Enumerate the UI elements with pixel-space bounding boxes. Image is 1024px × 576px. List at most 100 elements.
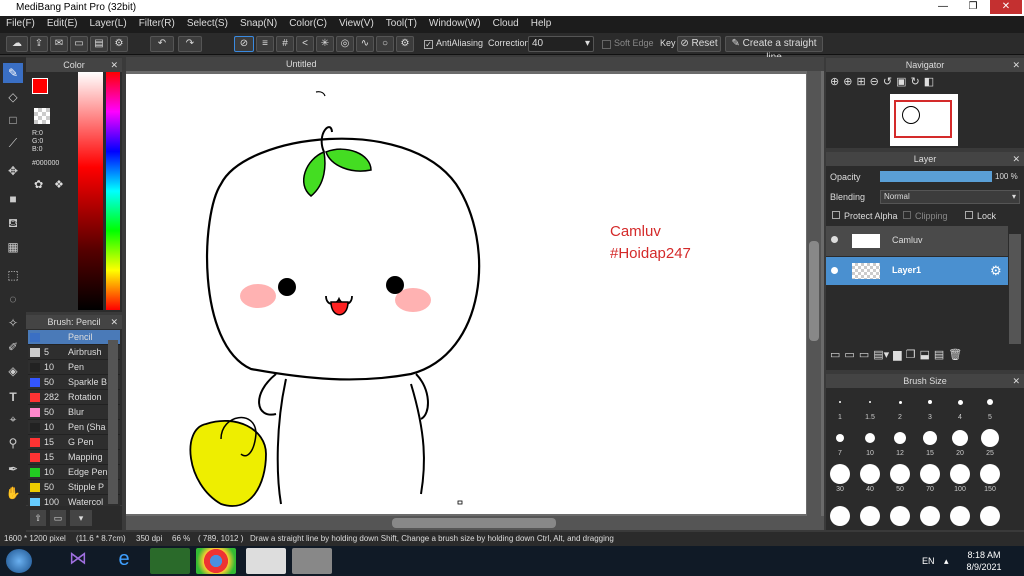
select-tool-icon[interactable]: ⬚ [3, 265, 23, 285]
menu-cloud[interactable]: Cloud [487, 16, 525, 33]
fill-rect-tool-icon[interactable]: ■ [3, 189, 23, 209]
soft-edge-checkbox[interactable] [602, 40, 611, 49]
comment-icon[interactable]: ✉ [50, 36, 68, 52]
brush-size-dot[interactable] [980, 506, 1000, 526]
menu-edit[interactable]: Edit(E) [41, 16, 84, 33]
menu-file[interactable]: File(F) [0, 16, 41, 33]
parallel-snap-icon[interactable]: ≡ [256, 36, 274, 52]
brush-size-dot[interactable] [923, 431, 937, 445]
correction-select[interactable]: 40 ▾ [528, 36, 594, 52]
brush-list-item[interactable]: 50 Stipple P [28, 480, 120, 495]
brush-size-dot[interactable] [950, 506, 970, 526]
select-lasso-icon[interactable]: ◌ [3, 289, 23, 309]
new-brush-icon[interactable]: ▭ [50, 510, 66, 526]
menu-color[interactable]: Color(C) [283, 16, 333, 33]
brush-list-item[interactable]: 10 Pen (Sha [28, 420, 120, 435]
hand-tool-icon[interactable]: ✋ [3, 483, 23, 503]
redo-icon[interactable]: ↷ [178, 36, 202, 52]
clock[interactable]: 8:18 AM 8/9/2021 [962, 549, 1006, 573]
eyedropper-icon[interactable]: ⚲ [3, 433, 23, 453]
circle-snap-icon[interactable]: ◎ [336, 36, 354, 52]
copy-layer-icon[interactable]: ▭ [859, 348, 869, 364]
internet-explorer-icon[interactable]: e [104, 548, 144, 574]
brush-size-dot[interactable] [920, 506, 940, 526]
close-icon[interactable]: ✕ [1012, 374, 1020, 388]
move-tool-icon[interactable]: ✥ [3, 161, 23, 181]
brush-size-dot[interactable] [928, 400, 932, 404]
layer-row-selected[interactable]: Layer1 ⚙ [826, 257, 1008, 285]
add-layer-menu-icon[interactable]: ▤▾ [873, 348, 889, 364]
close-icon[interactable]: ✕ [110, 315, 118, 329]
layer-row[interactable]: Camluv [826, 226, 1008, 256]
zoom-in-icon[interactable]: ⊕ [830, 75, 839, 93]
visual-studio-icon[interactable]: ⋈ [58, 548, 98, 574]
brush-size-dot[interactable] [890, 506, 910, 526]
new-layer-icon[interactable]: ▭ [830, 348, 840, 364]
straight-line-button[interactable]: ✎ Create a straight line [725, 36, 823, 63]
brush-size-dot[interactable] [860, 506, 880, 526]
brush-list-item[interactable]: Pencil [28, 330, 120, 345]
pen-tool-icon[interactable]: ✒ [3, 459, 23, 479]
close-icon[interactable]: ✕ [1012, 152, 1020, 166]
brush-size-dot[interactable] [950, 464, 970, 484]
menu-window[interactable]: Window(W) [423, 16, 487, 33]
brush-size-dot[interactable] [860, 464, 880, 484]
brush-tool-icon[interactable]: ✎ [3, 63, 23, 83]
new-layer-alt-icon[interactable]: ▭ [844, 348, 854, 364]
zoom-out-icon[interactable]: ⊖ [870, 75, 879, 93]
flip-icon[interactable]: ◧ [924, 75, 934, 93]
brush-size-dot[interactable] [830, 506, 850, 526]
chevron-up-icon[interactable]: ▴ [944, 556, 949, 567]
text-tool-icon[interactable]: T [3, 387, 23, 407]
antialiasing-checkbox[interactable]: ✓ [424, 40, 433, 49]
brush-size-dot[interactable] [830, 464, 850, 484]
vertical-scrollbar[interactable] [807, 71, 821, 516]
rotate-right-icon[interactable]: ↻ [911, 75, 920, 93]
navigator-thumbnail[interactable] [890, 94, 958, 146]
clipping-checkbox[interactable] [903, 211, 911, 219]
brush-size-dot[interactable] [987, 399, 993, 405]
reset-view-icon[interactable]: ▣ [896, 75, 906, 93]
chrome-icon[interactable] [196, 548, 236, 574]
select-pen-icon[interactable]: ✐ [3, 337, 23, 357]
brush-list-item[interactable]: 50 Blur [28, 405, 120, 420]
minimize-button[interactable]: — [930, 0, 956, 14]
opacity-slider[interactable] [880, 171, 992, 182]
color-saturation-bar[interactable] [78, 72, 103, 310]
brush-size-dot[interactable] [865, 433, 875, 443]
duplicate-icon[interactable]: ❐ [906, 348, 916, 364]
snap-off-icon[interactable]: ⊘ [234, 36, 254, 52]
horizontal-scroll-thumb[interactable] [392, 518, 556, 528]
canvas-tab[interactable]: Untitled [286, 59, 317, 69]
ellipse-snap-icon[interactable]: ○ [376, 36, 394, 52]
dot-tool-icon[interactable]: □ [3, 110, 23, 130]
visibility-icon[interactable] [831, 267, 838, 274]
more-icon[interactable]: ▤ [934, 348, 944, 364]
brush-size-dot[interactable] [980, 464, 1000, 484]
layer-scrollbar[interactable] [1009, 234, 1021, 344]
settings-icon[interactable]: ⚙ [110, 36, 128, 52]
brush-menu-icon[interactable]: ▾ [70, 510, 92, 526]
brush-size-dot[interactable] [957, 399, 963, 405]
language-indicator[interactable]: EN [922, 556, 935, 566]
medibang-icon[interactable] [246, 548, 286, 574]
brush-list-item[interactable]: 15 G Pen [28, 435, 120, 450]
foreground-color-swatch[interactable] [32, 78, 48, 94]
visibility-icon[interactable] [831, 236, 838, 243]
blending-select[interactable]: Normal ▾ [880, 190, 1020, 204]
close-icon[interactable]: ✕ [110, 58, 118, 72]
palette-icon[interactable]: ✿ [34, 178, 43, 191]
cloud-icon[interactable]: ☁ [6, 36, 28, 52]
maximize-button[interactable]: ❐ [960, 0, 986, 14]
brush-list-item[interactable]: 5 Airbrush [28, 345, 120, 360]
start-button[interactable] [6, 549, 32, 573]
reset-button[interactable]: ⊘ Reset [677, 36, 721, 52]
gear-icon[interactable]: ⚙ [990, 263, 1002, 279]
menu-select[interactable]: Select(S) [181, 16, 234, 33]
brush-size-dot[interactable] [836, 434, 844, 442]
drawing-canvas[interactable]: Camluv #Hoidap247 [126, 74, 806, 514]
brush-list-item[interactable]: 282 Rotation [28, 390, 120, 405]
menu-filter[interactable]: Filter(R) [133, 16, 181, 33]
menu-snap[interactable]: Snap(N) [234, 16, 283, 33]
horizontal-scrollbar[interactable] [126, 516, 824, 530]
